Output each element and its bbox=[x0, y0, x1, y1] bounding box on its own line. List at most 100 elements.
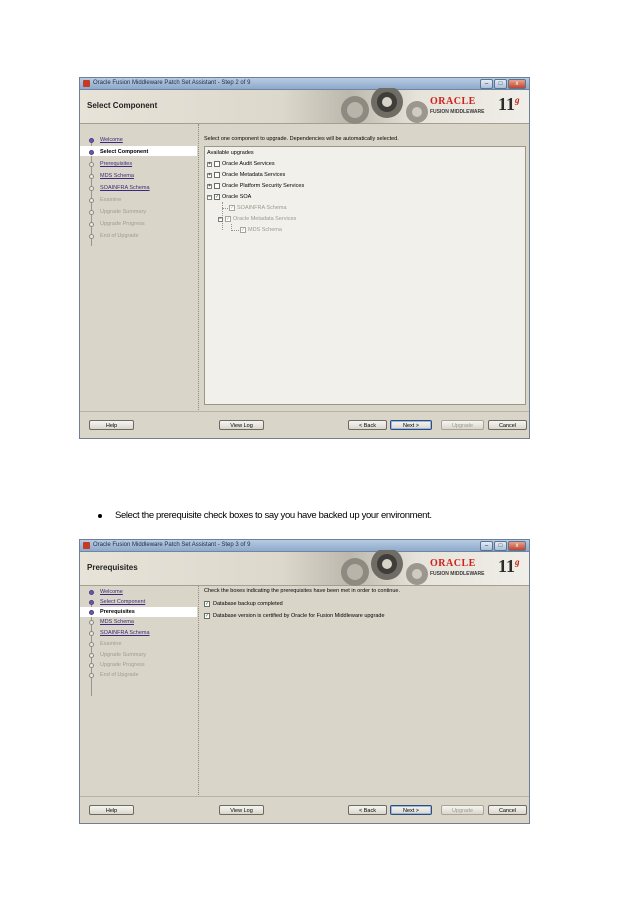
step-dot bbox=[89, 620, 94, 625]
title-bar: Oracle Fusion Middleware Patch Set Assis… bbox=[80, 78, 529, 90]
upgrade-tree-panel: Available upgrades + Oracle Audit Servic… bbox=[204, 146, 526, 405]
nav-item-upgrade-summary: Upgrade Summary bbox=[100, 652, 147, 658]
instruction-text: Check the boxes indicating the prerequis… bbox=[204, 588, 400, 594]
step-dot bbox=[89, 642, 94, 647]
nav-item-welcome[interactable]: Welcome bbox=[100, 589, 123, 595]
fusion-middleware-label: FUSION MIDDLEWARE bbox=[430, 109, 485, 115]
version-logo: 11g bbox=[498, 556, 520, 576]
step-dot bbox=[89, 162, 94, 167]
nav-item-select-component[interactable]: Select Component bbox=[100, 599, 145, 605]
fusion-middleware-label: FUSION MIDDLEWARE bbox=[430, 571, 485, 577]
window-title: Oracle Fusion Middleware Patch Set Assis… bbox=[93, 542, 251, 548]
screenshot-step-3: Oracle Fusion Middleware Patch Set Assis… bbox=[79, 539, 530, 824]
minimize-button[interactable]: – bbox=[480, 79, 493, 89]
tree-node[interactable]: − ✓ Oracle SOA bbox=[207, 194, 251, 200]
collapse-icon: − bbox=[218, 215, 223, 222]
prerequisite-check[interactable]: ✓ Database version is certified by Oracl… bbox=[204, 613, 385, 619]
panel-divider bbox=[198, 124, 200, 412]
checkbox-checked[interactable]: ✓ bbox=[204, 613, 210, 619]
expand-icon[interactable]: + bbox=[207, 172, 212, 178]
screenshot-step-2: Oracle Fusion Middleware Patch Set Assis… bbox=[79, 77, 530, 439]
step-title: Prerequisites bbox=[87, 563, 138, 572]
tree-node-label: Oracle Platform Security Services bbox=[222, 183, 305, 189]
checkbox-checked: ✓ bbox=[229, 205, 235, 211]
back-button[interactable]: < Back bbox=[348, 420, 387, 430]
back-button[interactable]: < Back bbox=[348, 805, 387, 815]
cancel-button[interactable]: Cancel bbox=[488, 805, 527, 815]
check-label: Database backup completed bbox=[213, 601, 283, 607]
next-button[interactable]: Next > bbox=[390, 420, 432, 430]
nav-item-mds-schema[interactable]: MDS Schema bbox=[100, 173, 134, 179]
expand-icon[interactable]: + bbox=[207, 161, 212, 167]
instruction-text: Select one component to upgrade. Depende… bbox=[204, 136, 399, 142]
step-dot bbox=[89, 653, 94, 658]
tree-connector bbox=[231, 230, 239, 231]
step-dot bbox=[89, 174, 94, 179]
window-controls: – □ x bbox=[480, 541, 526, 551]
header-banner: Prerequisites ORACLE FUSION MIDDLEWARE 1… bbox=[80, 550, 529, 586]
tree-node-label: MDS Schema bbox=[248, 227, 282, 233]
minimize-button[interactable]: – bbox=[480, 541, 493, 551]
help-button[interactable]: Help bbox=[89, 420, 134, 430]
nav-item-prerequisites[interactable]: Prerequisites bbox=[100, 609, 135, 615]
nav-item-welcome[interactable]: Welcome bbox=[100, 137, 123, 143]
step-dot bbox=[89, 150, 94, 155]
view-log-button[interactable]: View Log bbox=[219, 420, 264, 430]
bullet-text: Select the prerequisite check boxes to s… bbox=[115, 510, 432, 521]
step-dot bbox=[89, 673, 94, 678]
collapse-icon[interactable]: − bbox=[207, 194, 212, 200]
maximize-button[interactable]: □ bbox=[494, 541, 507, 551]
tree-node-label: SOAINFRA Schema bbox=[237, 205, 287, 211]
cancel-button[interactable]: Cancel bbox=[488, 420, 527, 430]
expand-icon[interactable]: + bbox=[207, 183, 212, 189]
tree-node: ✓ SOAINFRA Schema bbox=[229, 205, 287, 211]
close-button[interactable]: x bbox=[508, 541, 526, 551]
step-dot bbox=[89, 210, 94, 215]
app-icon bbox=[83, 542, 90, 549]
checkbox[interactable] bbox=[214, 172, 220, 178]
step-navigation: Welcome Select Component Prerequisites M… bbox=[80, 124, 197, 412]
step-dot bbox=[89, 234, 94, 239]
step-dot bbox=[89, 138, 94, 143]
tree-node-label: Oracle SOA bbox=[222, 194, 252, 200]
nav-item-end-of-upgrade: End of Upgrade bbox=[100, 233, 139, 239]
tree-connector bbox=[222, 208, 228, 209]
window-title: Oracle Fusion Middleware Patch Set Assis… bbox=[93, 80, 251, 86]
nav-item-soainfra-schema[interactable]: SOAINFRA Schema bbox=[100, 185, 150, 191]
view-log-button[interactable]: View Log bbox=[219, 805, 264, 815]
button-bar: Help View Log < Back Next > Upgrade Canc… bbox=[80, 796, 529, 823]
maximize-button[interactable]: □ bbox=[494, 79, 507, 89]
close-button[interactable]: x bbox=[508, 79, 526, 89]
checkbox[interactable] bbox=[214, 161, 220, 167]
step-dot bbox=[89, 663, 94, 668]
checkbox-checked[interactable]: ✓ bbox=[204, 601, 210, 607]
checkbox-checked: ✓ bbox=[225, 216, 231, 222]
tree-node: ✓ MDS Schema bbox=[240, 227, 282, 233]
step-dot bbox=[89, 198, 94, 203]
prerequisite-check[interactable]: ✓ Database backup completed bbox=[204, 601, 283, 607]
step-navigation: Welcome Select Component Prerequisites M… bbox=[80, 586, 197, 797]
nav-item-upgrade-progress: Upgrade Progress bbox=[100, 221, 145, 227]
checkbox-checked: ✓ bbox=[240, 227, 246, 233]
nav-item-soainfra-schema[interactable]: SOAINFRA Schema bbox=[100, 630, 150, 636]
nav-item-select-component[interactable]: Select Component bbox=[100, 149, 148, 155]
checkbox[interactable] bbox=[214, 183, 220, 189]
button-bar: Help View Log < Back Next > Upgrade Canc… bbox=[80, 411, 529, 438]
nav-item-examine: Examine bbox=[100, 197, 122, 203]
nav-item-prerequisites[interactable]: Prerequisites bbox=[100, 161, 132, 167]
nav-item-mds-schema[interactable]: MDS Schema bbox=[100, 619, 134, 625]
app-icon bbox=[83, 80, 90, 87]
tree-node[interactable]: + Oracle Platform Security Services bbox=[207, 183, 304, 189]
upgrade-button: Upgrade bbox=[441, 805, 484, 815]
next-button[interactable]: Next > bbox=[390, 805, 432, 815]
step-dot bbox=[89, 610, 94, 615]
tree-node: − ✓ Oracle Metadata Services bbox=[218, 216, 296, 222]
window-controls: – □ x bbox=[480, 79, 526, 89]
tree-node[interactable]: + Oracle Audit Services bbox=[207, 161, 275, 167]
check-label: Database version is certified by Oracle … bbox=[213, 613, 385, 619]
help-button[interactable]: Help bbox=[89, 805, 134, 815]
step-dot bbox=[89, 600, 94, 605]
nav-current-highlight bbox=[80, 607, 197, 617]
tree-node[interactable]: + Oracle Metadata Services bbox=[207, 172, 285, 178]
checkbox-checked[interactable]: ✓ bbox=[214, 194, 220, 200]
